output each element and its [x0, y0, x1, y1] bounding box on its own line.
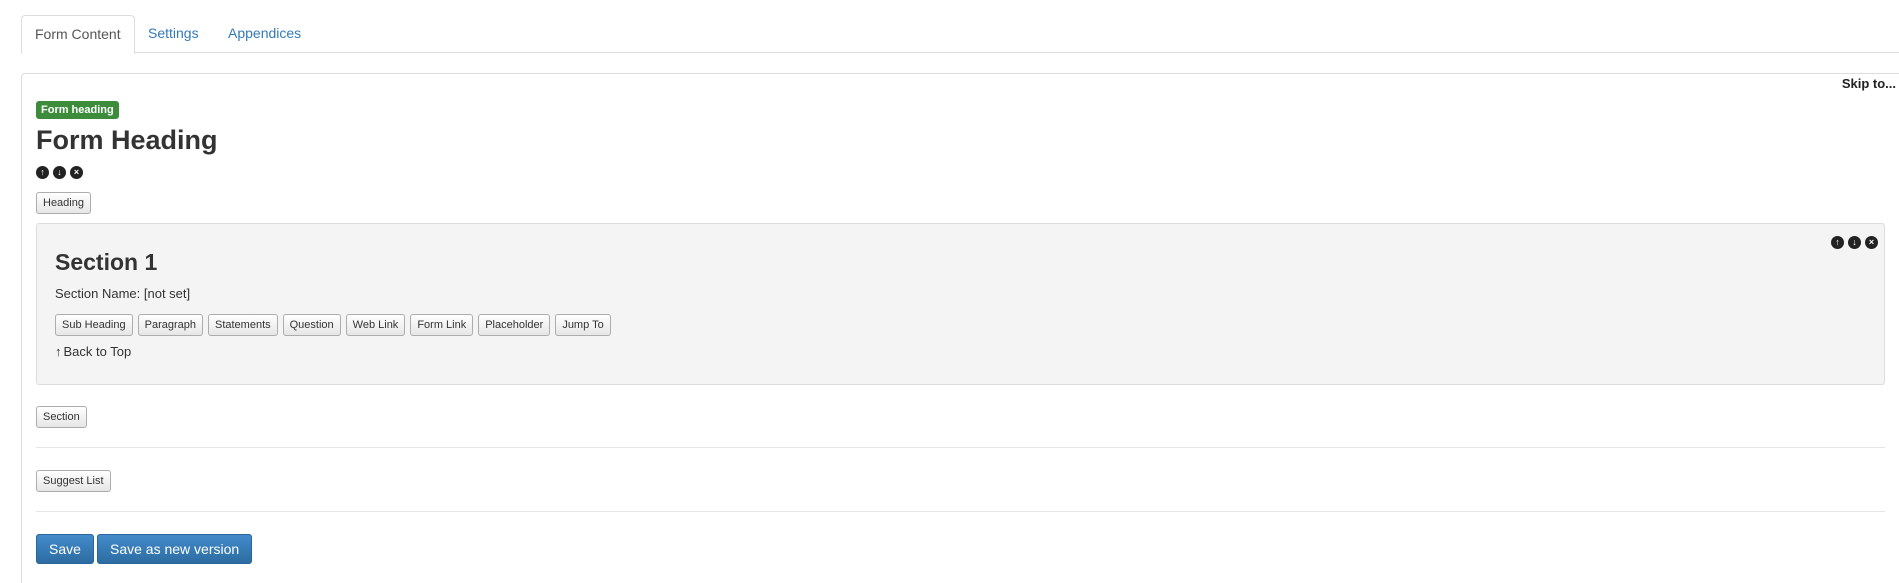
- section-1-container: ↑ ↓ × Section 1 Section Name: [not set] …: [36, 223, 1885, 385]
- add-placeholder-button[interactable]: Placeholder: [478, 314, 551, 336]
- divider: [36, 511, 1885, 512]
- remove-circle-icon[interactable]: ×: [1865, 236, 1878, 249]
- section-name: Section Name: [not set]: [55, 286, 191, 301]
- arrow-up-icon: ↑: [55, 344, 62, 359]
- section-add-buttons: Sub Heading Paragraph Statements Questio…: [55, 314, 611, 336]
- arrow-down-circle-icon[interactable]: ↓: [1848, 236, 1861, 249]
- section-controls: ↑ ↓ ×: [1831, 236, 1878, 249]
- section-title: Section 1: [55, 249, 158, 275]
- form-title: Form Heading: [36, 125, 218, 155]
- arrow-up-circle-icon[interactable]: ↑: [1831, 236, 1844, 249]
- divider: [36, 447, 1885, 448]
- save-as-new-version-button[interactable]: Save as new version: [97, 534, 253, 564]
- save-button[interactable]: Save: [36, 534, 94, 564]
- tab-bar: Form Content Settings Appendices: [21, 15, 1899, 54]
- arrow-down-circle-icon[interactable]: ↓: [53, 166, 66, 179]
- skip-to-dropdown[interactable]: Skip to...: [1842, 76, 1896, 91]
- add-web-link-button[interactable]: Web Link: [345, 314, 406, 336]
- add-question-button[interactable]: Question: [282, 314, 341, 336]
- back-to-top-label: Back to Top: [63, 344, 132, 359]
- add-paragraph-button[interactable]: Paragraph: [137, 314, 203, 336]
- arrow-up-circle-icon[interactable]: ↑: [36, 166, 49, 179]
- back-to-top-link[interactable]: ↑ Back to Top: [55, 344, 131, 359]
- add-form-link-button[interactable]: Form Link: [410, 314, 474, 336]
- add-statements-button[interactable]: Statements: [207, 314, 278, 336]
- tab-form-content[interactable]: Form Content: [21, 15, 135, 54]
- add-jump-to-button[interactable]: Jump To: [555, 314, 611, 336]
- tab-settings[interactable]: Settings: [135, 15, 212, 53]
- remove-circle-icon[interactable]: ×: [70, 166, 83, 179]
- suggest-list-button[interactable]: Suggest List: [36, 470, 111, 492]
- add-heading-button[interactable]: Heading: [36, 192, 91, 214]
- add-sub-heading-button[interactable]: Sub Heading: [55, 314, 133, 336]
- heading-controls: ↑ ↓ ×: [36, 166, 83, 179]
- form-content-panel: Skip to... Form heading Form Heading ↑ ↓…: [21, 73, 1899, 583]
- form-heading-badge: Form heading: [36, 101, 119, 119]
- add-section-button[interactable]: Section: [36, 406, 87, 428]
- tab-appendices[interactable]: Appendices: [215, 15, 314, 53]
